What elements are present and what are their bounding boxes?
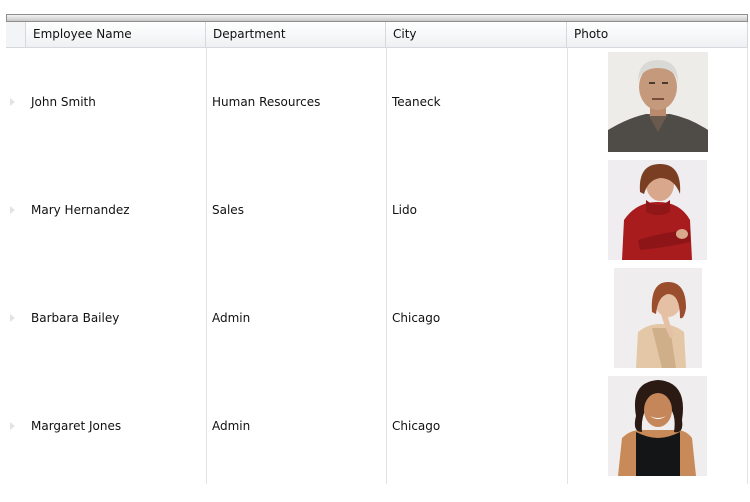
department-cell: Sales — [212, 203, 244, 217]
select-all-header[interactable] — [6, 22, 26, 47]
department-cell: Human Resources — [212, 95, 321, 109]
employee-name-cell: John Smith — [31, 95, 96, 109]
row-indicator-icon — [10, 422, 15, 430]
photo-woman-curly-hair-black-top — [608, 376, 707, 476]
table-row[interactable]: Mary Hernandez Sales Lido — [6, 156, 748, 264]
city-cell: Teaneck — [392, 95, 441, 109]
employee-data-grid[interactable]: Employee Name Department City Photo John… — [6, 14, 748, 484]
city-cell: Chicago — [392, 419, 441, 433]
column-header-city[interactable]: City — [386, 22, 567, 47]
column-header-photo[interactable]: Photo — [567, 22, 748, 47]
photo-woman-beige-top — [614, 268, 702, 368]
photo-man-gray-hair-dark-shirt — [608, 52, 708, 152]
row-indicator-icon — [10, 314, 15, 322]
employee-name-cell: Barbara Bailey — [31, 311, 120, 325]
table-row[interactable]: Margaret Jones Admin Chicago — [6, 372, 748, 480]
table-row[interactable]: Barbara Bailey Admin Chicago — [6, 264, 748, 372]
column-header-row: Employee Name Department City Photo — [6, 22, 748, 48]
department-cell: Admin — [212, 311, 251, 325]
photo-woman-red-turtleneck — [608, 160, 707, 260]
grid-top-bar — [6, 14, 748, 22]
row-indicator-icon — [10, 98, 15, 106]
department-cell: Admin — [212, 419, 251, 433]
column-header-department[interactable]: Department — [206, 22, 386, 47]
employee-name-cell: Margaret Jones — [31, 419, 122, 433]
row-indicator-icon — [10, 206, 15, 214]
column-header-employee-name[interactable]: Employee Name — [26, 22, 206, 47]
city-cell: Chicago — [392, 311, 441, 325]
city-cell: Lido — [392, 203, 417, 217]
table-row[interactable]: John Smith Human Resources Teaneck — [6, 48, 748, 156]
employee-name-cell: Mary Hernandez — [31, 203, 130, 217]
